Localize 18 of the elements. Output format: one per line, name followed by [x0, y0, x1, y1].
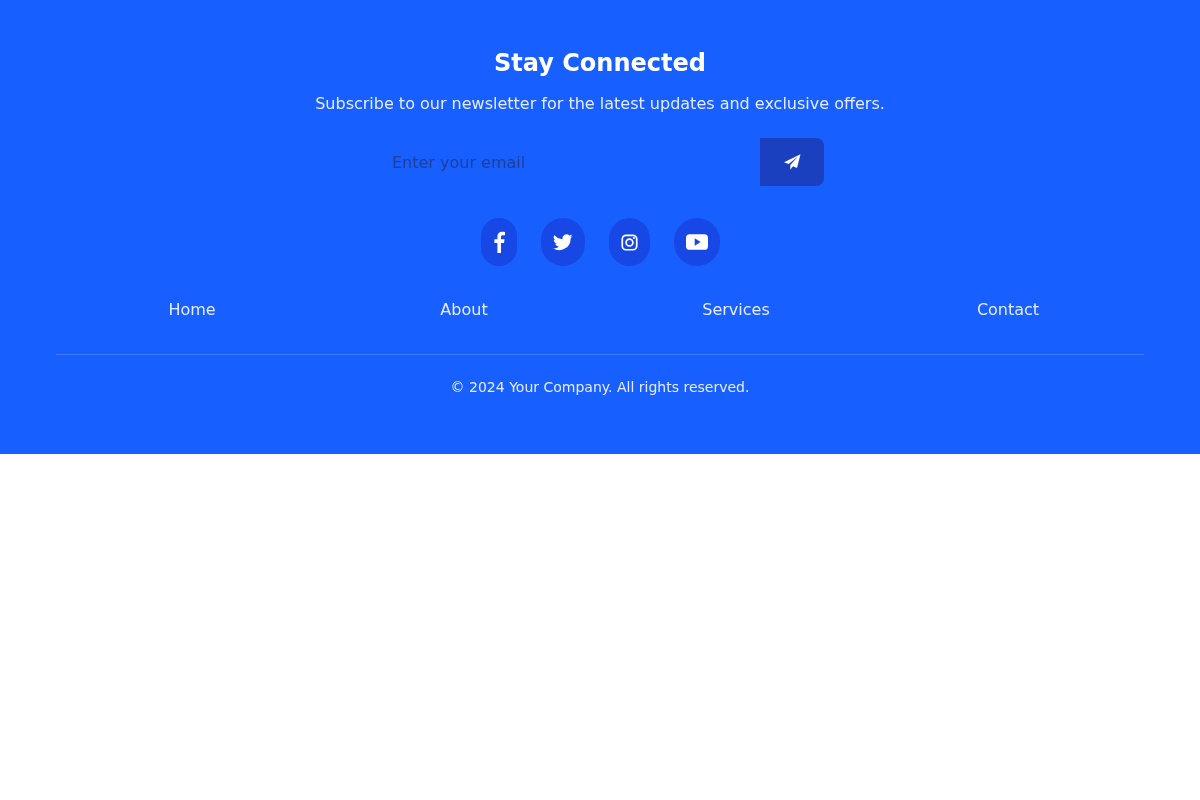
paper-plane-icon [783, 154, 801, 170]
social-link[interactable] [673, 218, 720, 266]
social-link[interactable] [540, 218, 585, 266]
copyright-text: © 2024 Your Company. All rights reserved. [449, 379, 751, 395]
newsletter-title: Stay Connected [493, 48, 707, 78]
instagram-icon [620, 233, 638, 251]
video-play-icon [685, 234, 708, 250]
newsletter-subtitle: Subscribe to our newsletter for the latest updates and exclusive offers. [314, 94, 886, 113]
social-link[interactable] [480, 218, 517, 266]
facebook-icon [492, 231, 505, 253]
nav-link[interactable]: Contact [976, 290, 1040, 330]
nav-link[interactable]: Home [168, 290, 216, 330]
subscribe-button[interactable] [760, 138, 824, 186]
social-link[interactable] [608, 218, 650, 266]
email-field[interactable]: Enter your email [376, 138, 760, 186]
nav-link[interactable]: About [440, 290, 488, 330]
bird-icon [552, 233, 573, 251]
nav-link[interactable]: Services [702, 290, 770, 330]
